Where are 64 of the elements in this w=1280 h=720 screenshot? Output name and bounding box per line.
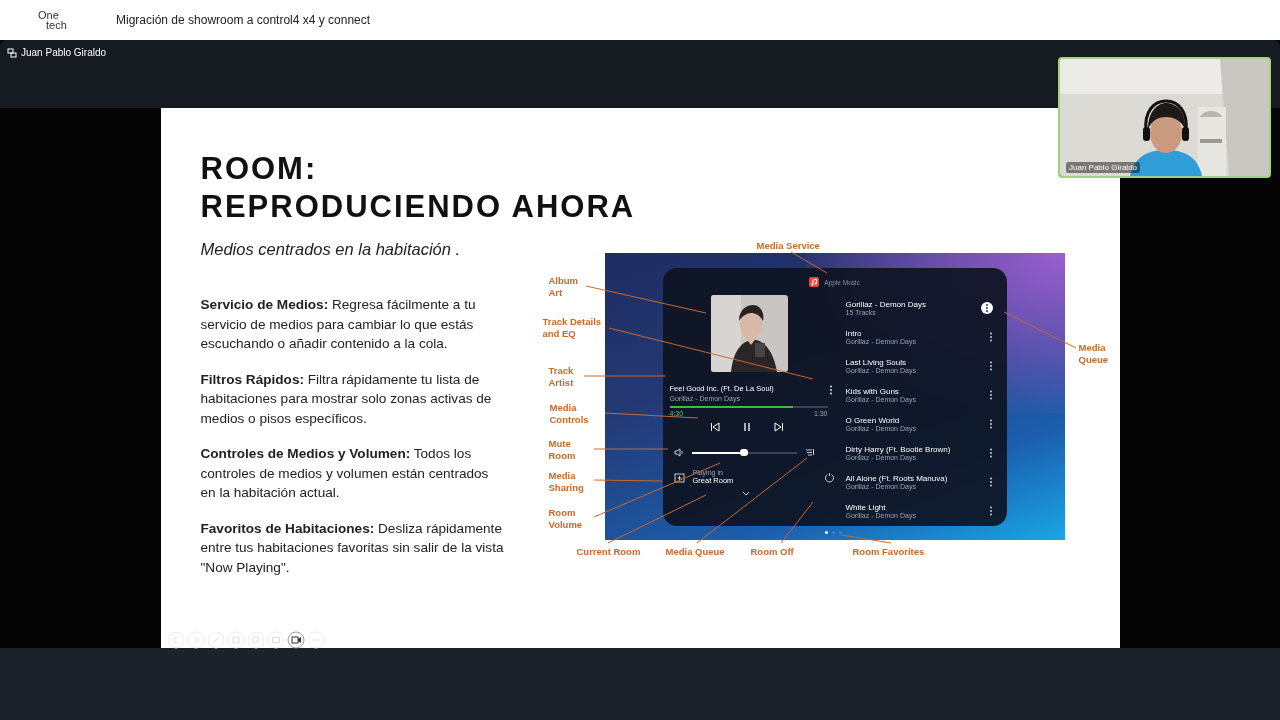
leader-line (790, 251, 827, 274)
share-icon[interactable] (673, 471, 685, 483)
track-title: O Green World (845, 415, 901, 425)
arrow-right-icon[interactable] (186, 631, 205, 649)
logo-text: tech (46, 20, 68, 30)
more-icon[interactable] (988, 331, 993, 342)
presenter-name: Juan Pablo Giraldo (21, 47, 107, 58)
power-icon[interactable] (823, 471, 835, 483)
track-title: Kids with Guns (845, 386, 900, 396)
chevron-down-icon[interactable] (742, 491, 750, 496)
more-icon[interactable] (988, 389, 993, 400)
music-app-icon (809, 277, 820, 287)
screen-icon[interactable] (266, 631, 285, 649)
slide-subtitle: Medios centrados en la habitación . (200, 240, 462, 259)
pen-icon[interactable] (206, 631, 225, 649)
callout-label: Media Sharing (548, 470, 585, 494)
bullet-paragraph: Favoritos de Habitaciones: Desliza rápidamente entre tus habitaciones favoritas sin salir de la vista "Now Playing". (200, 519, 505, 577)
more-icon[interactable] (988, 476, 993, 487)
speaker-icon[interactable] (673, 448, 684, 457)
track-title: All Alone (Ft. Roots Manuva) (845, 473, 948, 483)
arrow-left-icon[interactable] (166, 631, 185, 649)
leader-line (840, 534, 891, 544)
queue-icon[interactable] (804, 448, 815, 457)
more-icon[interactable] (980, 301, 993, 314)
volume-thumb[interactable] (740, 449, 748, 456)
more-icon[interactable] (828, 384, 833, 395)
more-icon[interactable] (988, 418, 993, 429)
bullet-paragraph: Controles de Medios y Volumen: Todos los controles de medios y volumen están centrados en la habitación actual. (200, 445, 490, 502)
callout-label: Mute Room (548, 438, 577, 462)
album-title: Gorillaz - Demon Days (845, 299, 926, 309)
previous-icon[interactable] (710, 422, 720, 432)
callout-label: Room Favorites (852, 546, 925, 558)
callout-label: Room Volume (548, 507, 584, 531)
callout-label: Media Queue (665, 546, 725, 558)
callout-label: Current Room (576, 546, 641, 558)
more-icon[interactable] (988, 505, 993, 516)
logo-text: One (38, 10, 60, 20)
page-dot[interactable] (831, 531, 835, 534)
camera-icon[interactable] (286, 631, 305, 649)
page-dot[interactable] (824, 531, 828, 534)
callout-label: Media Queue (1078, 342, 1110, 366)
track-title: Dirty Harry (Ft. Bootie Brown) (845, 444, 951, 454)
presenter-icon (7, 47, 17, 58)
volume-slider[interactable] (691, 451, 797, 454)
bullet-paragraph: Servicio de Medios: Regresa fácilmente a tu servicio de medios para cambiar lo que estás escuchando o añadir contenido a la cola. (200, 296, 477, 353)
track-title: Last Living Souls (845, 357, 907, 367)
pause-icon[interactable] (742, 422, 752, 432)
slide-title: ROOM: (200, 150, 318, 188)
minus-icon[interactable] (306, 631, 325, 649)
page-dot[interactable] (838, 531, 842, 534)
callout-label: Media Service (756, 240, 820, 252)
callout-label: Track Details and EQ (542, 316, 603, 340)
next-icon[interactable] (774, 422, 784, 432)
more-icon[interactable] (988, 447, 993, 458)
track-title: Intro (845, 328, 863, 338)
bullet-paragraph: Filtros Rápidos: Filtra rápidamente tu lista de habitaciones para mostrar solo zonas activas de medios o pisos específicos. (200, 370, 493, 428)
track-title: White Light (845, 502, 886, 512)
meeting-title: Migración de showroom a control4 x4 y connect (116, 13, 371, 27)
callout-label: Room Off (750, 546, 794, 558)
callout-label: Album Art (548, 275, 580, 299)
callout-label: Media Controls (549, 402, 590, 426)
callout-label: Track Artist (548, 365, 575, 389)
more-icon[interactable] (988, 360, 993, 371)
slide-title: REPRODUCIENDO AHORA (200, 188, 636, 226)
